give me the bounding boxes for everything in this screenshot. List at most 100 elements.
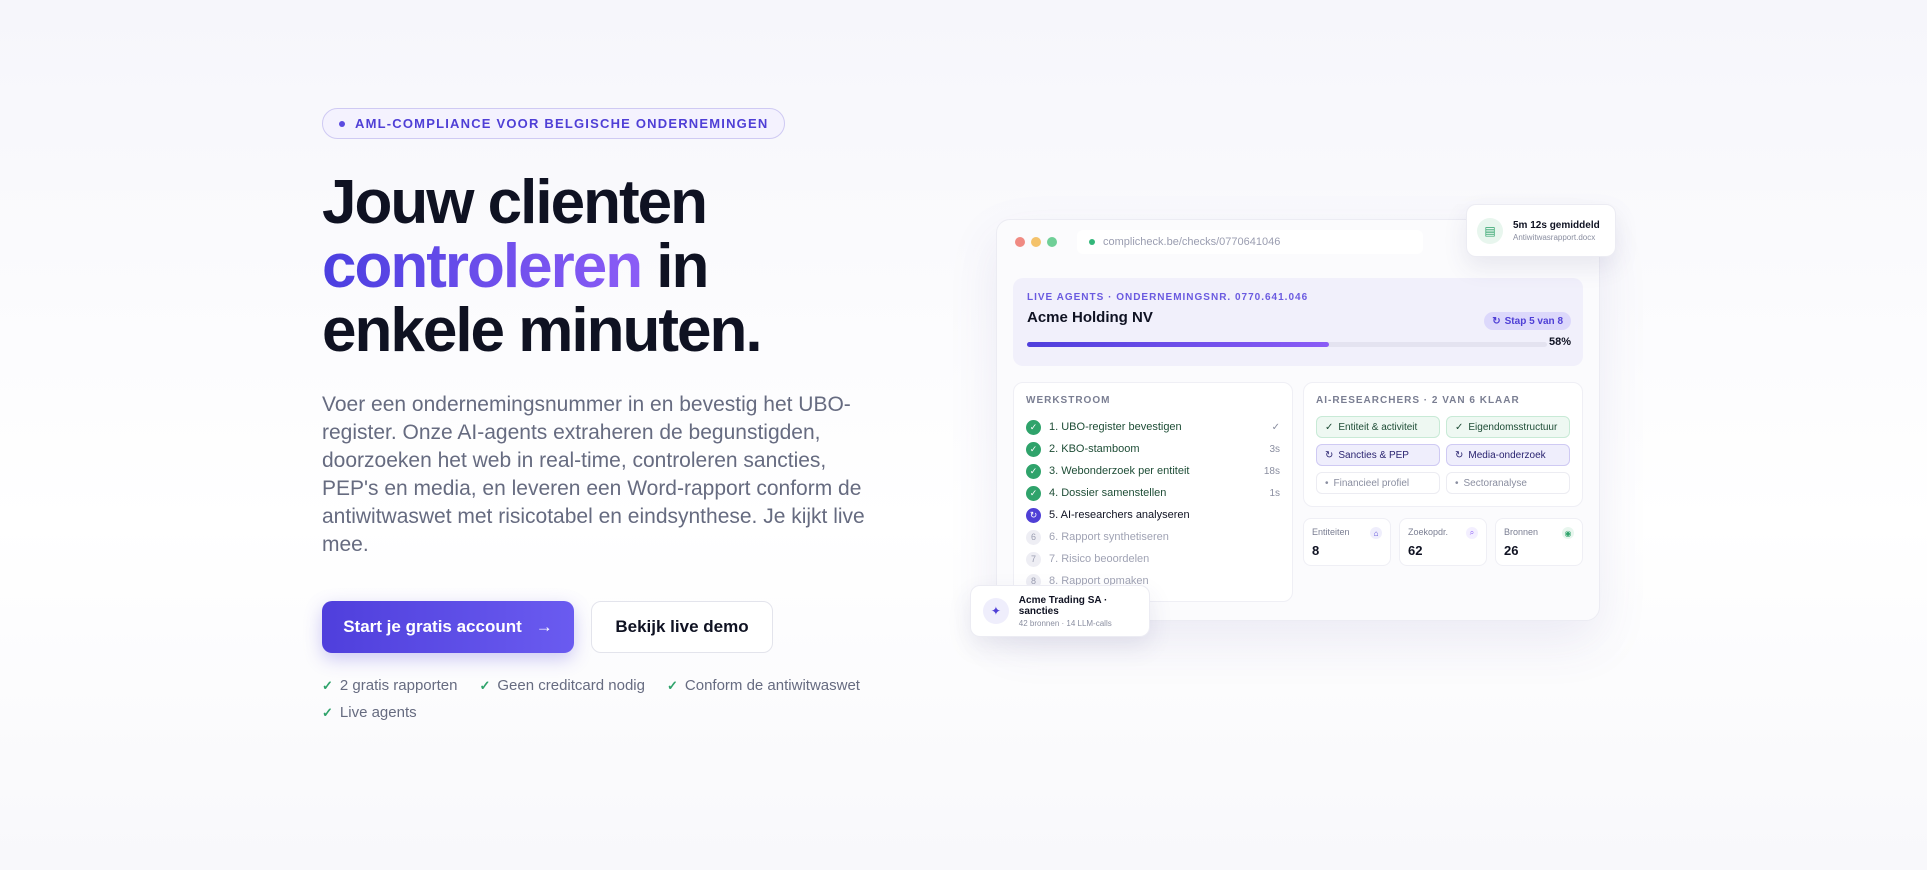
feature-check-label: Geen creditcard nodig: [497, 677, 645, 694]
report-toast: ▤ 5m 12s gemiddeld Antiwitwasrapport.doc…: [1466, 204, 1616, 257]
workflow-step: 6 6. Rapport synthetiseren: [1026, 526, 1280, 548]
cta-row: Start je gratis account → Bekijk live de…: [322, 601, 882, 653]
check-icon: ✓: [322, 677, 333, 693]
search-icon: ⌕: [1466, 527, 1478, 539]
check-icon: ✓: [1455, 421, 1464, 433]
workflow-step: ✓ 1. UBO-register bevestigen ✓: [1026, 416, 1280, 438]
agent-toast-title: Acme Trading SA · sancties: [1018, 594, 1108, 617]
workflow-step-label: 5. AI-researchers analyseren: [1049, 509, 1190, 521]
url-text: complicheck.be/checks/0770641046: [1103, 236, 1281, 248]
workflow-step-time: ✓: [1271, 421, 1280, 433]
researcher-chip: ↻ Media-onderzoek: [1446, 444, 1570, 466]
agent-toast: ✦ Acme Trading SA · sancties 42 bronnen …: [970, 585, 1150, 637]
headline-accent: controleren: [322, 232, 643, 301]
minimize-dot-icon: [1031, 237, 1041, 247]
feature-check: ✓ Live agents: [322, 704, 417, 721]
close-dot-icon: [1015, 237, 1025, 247]
spinner-icon: ↻: [1026, 507, 1041, 523]
feature-check: ✓ 2 gratis rapporten: [322, 677, 457, 694]
document-icon: ▤: [1477, 217, 1503, 244]
researcher-chip-label: Sancties & PEP: [1338, 449, 1409, 461]
spinner-icon: ↻: [1455, 449, 1464, 461]
feature-check-label: 2 gratis rapporten: [339, 677, 458, 694]
building-icon: ⌂: [1370, 527, 1382, 539]
step-number-icon: 6: [1026, 529, 1041, 545]
maximize-dot-icon: [1047, 237, 1057, 247]
researcher-chip-label: Financieel profiel: [1333, 477, 1410, 489]
researchers-panel: AI-RESEARCHERS · 2 VAN 6 KLAAR ✓ Entiteit…: [1303, 382, 1583, 507]
report-toast-sub: Antiwitwasrapport.docx: [1513, 232, 1596, 242]
app-mockup: complicheck.be/checks/0770641046 LIVE AG…: [996, 219, 1600, 621]
check-icon: ✓: [479, 677, 491, 693]
stat-value: 62: [1408, 543, 1423, 558]
progress-percent: 58%: [1548, 336, 1571, 348]
dot-icon: •: [1325, 477, 1329, 489]
live-demo-button[interactable]: Bekijk live demo: [591, 601, 773, 653]
workflow-step-time: 1s: [1269, 487, 1280, 499]
check-circle-icon: ✓: [1026, 485, 1041, 501]
report-toast-title: 5m 12s gemiddeld: [1513, 219, 1600, 231]
workflow-step-label: 1. UBO-register bevestigen: [1049, 421, 1182, 433]
researcher-chip: ↻ Sancties & PEP: [1316, 444, 1440, 466]
check-icon: ✓: [666, 677, 678, 693]
eyebrow-text: AML-COMPLIANCE VOOR BELGISCHE ONDERNEMIN…: [355, 116, 769, 131]
researcher-chip-label: Entiteit & activiteit: [1338, 421, 1418, 433]
workflow-step: ✓ 3. Webonderzoek per entiteit 18s: [1026, 460, 1280, 482]
dot-icon: •: [1455, 477, 1459, 489]
researcher-chip-label: Media-onderzoek: [1468, 449, 1546, 461]
spinner-icon: ↻: [1492, 315, 1501, 327]
researcher-chip: ✓ Eigendomsstructuur: [1446, 416, 1570, 438]
feature-checks: ✓ 2 gratis rapporten ✓ Geen creditcard nodi…: [322, 677, 902, 721]
stats-row: Entiteiten 8 ⌂ Zoekopdr. 62 ⌕ Bronnen 26 ◉: [1303, 518, 1583, 566]
workflow-step: ✓ 2. KBO-stamboom 3s: [1026, 438, 1280, 460]
researcher-chips: ✓ Entiteit & activiteit ✓ Eigendomsstructuu…: [1316, 416, 1570, 494]
workflow-step-label: 3. Webonderzoek per entiteit: [1049, 465, 1190, 477]
researchers-label: AI-RESEARCHERS · 2 VAN 6 KLAAR: [1316, 395, 1520, 406]
stat-value: 8: [1312, 543, 1320, 558]
workflow-label: WERKSTROOM: [1026, 395, 1111, 406]
feature-check: ✓ Conform de antiwitwaswet: [667, 677, 860, 694]
start-account-label: Start je gratis account: [343, 617, 522, 636]
researcher-chip: • Financieel profiel: [1316, 472, 1440, 494]
source-icon: ◉: [1562, 527, 1574, 539]
feature-check-label: Conform de antiwitwaswet: [684, 677, 860, 694]
step-text: Stap 5 van 8: [1504, 315, 1563, 327]
check-circle-icon: ✓: [1026, 463, 1041, 479]
status-label: LIVE AGENTS · ONDERNEMINGSNR. 0770.641.0…: [1027, 292, 1309, 303]
workflow-step-time: 3s: [1269, 443, 1280, 455]
spinner-icon: ↻: [1325, 449, 1334, 461]
arrow-right-icon: →: [535, 617, 553, 636]
hero-section: AML-COMPLIANCE VOOR BELGISCHE ONDERNEMIN…: [322, 108, 882, 721]
secure-dot-icon: [1089, 239, 1095, 245]
agent-toast-sub: 42 bronnen · 14 LLM-calls: [1018, 618, 1112, 628]
hero-lead: Voer een ondernemingsnummer in en bevest…: [322, 393, 865, 556]
start-account-button[interactable]: Start je gratis account →: [322, 601, 574, 653]
researcher-chip-label: Sectoranalyse: [1463, 477, 1527, 489]
progress-bar: [1027, 342, 1547, 347]
feature-check: ✓ Geen creditcard nodig: [479, 677, 645, 694]
stat-value: 26: [1504, 543, 1519, 558]
workflow-step-label: 4. Dossier samenstellen: [1049, 487, 1167, 499]
researcher-chip-label: Eigendomsstructuur: [1468, 421, 1558, 433]
workflow-step: 7 7. Risico beoordelen: [1026, 548, 1280, 570]
stat-card: Entiteiten 8 ⌂: [1303, 518, 1391, 566]
stat-card: Zoekopdr. 62 ⌕: [1399, 518, 1487, 566]
workflow-panel: WERKSTROOM ✓ 1. UBO-register bevestigen ✓ ✓…: [1013, 382, 1293, 602]
workflow-step-label: 2. KBO-stamboom: [1049, 443, 1140, 455]
check-circle-icon: ✓: [1026, 419, 1041, 435]
sparkle-icon: ✦: [983, 598, 1009, 624]
progress-fill: [1027, 342, 1329, 347]
headline-line1: Jouw clienten: [322, 168, 708, 237]
workflow-step-label: 7. Risico beoordelen: [1049, 553, 1150, 565]
check-icon: ✓: [1325, 421, 1334, 433]
dot-icon: [339, 120, 345, 127]
status-card: LIVE AGENTS · ONDERNEMINGSNR. 0770.641.0…: [1013, 278, 1583, 366]
workflow-step: ↻ 5. AI-researchers analyseren: [1026, 504, 1280, 526]
workflow-step-label: 6. Rapport synthetiseren: [1049, 531, 1169, 543]
check-circle-icon: ✓: [1026, 441, 1041, 457]
step-number-icon: 7: [1026, 551, 1041, 567]
stat-card: Bronnen 26 ◉: [1495, 518, 1583, 566]
workflow-list: ✓ 1. UBO-register bevestigen ✓ ✓ 2. KBO-stam…: [1026, 416, 1280, 592]
headline-line3: enkele minuten.: [322, 296, 763, 365]
researcher-chip: ✓ Entiteit & activiteit: [1316, 416, 1440, 438]
